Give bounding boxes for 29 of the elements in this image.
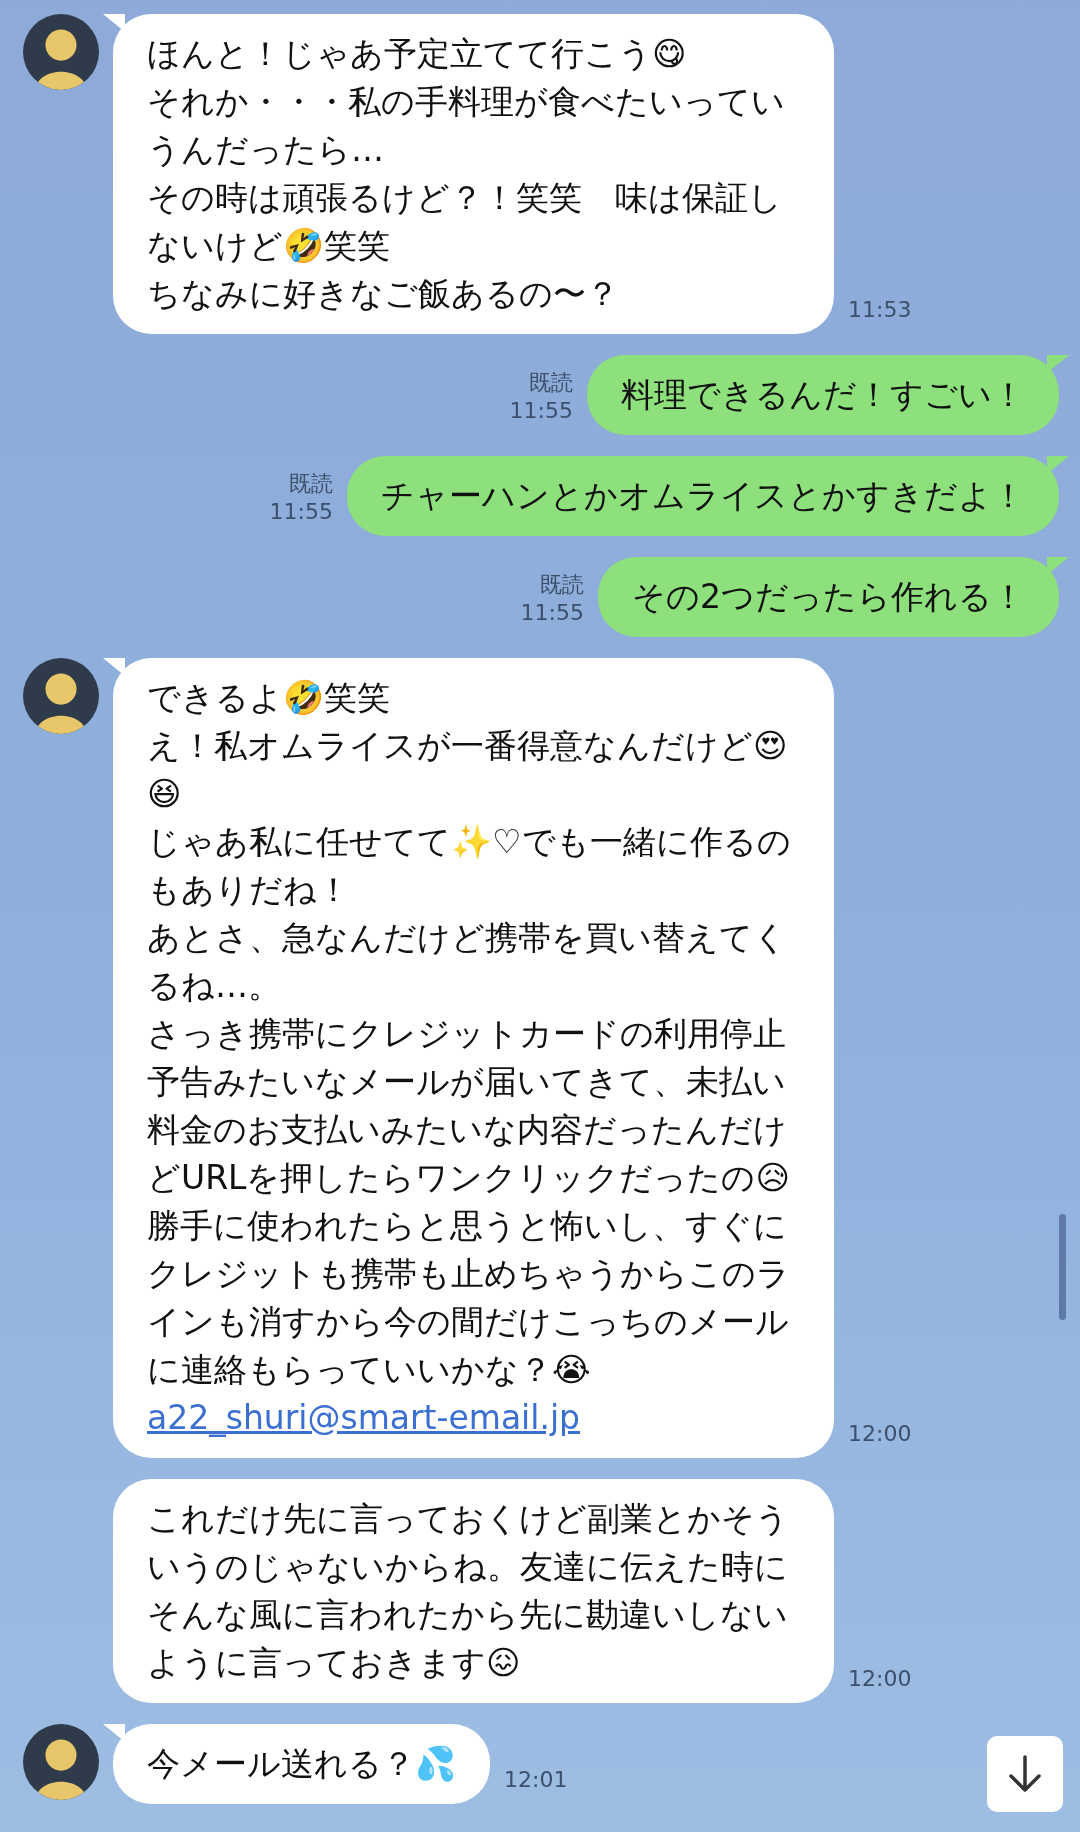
message-time: 11:55	[520, 599, 584, 627]
read-receipt: 既読	[289, 470, 333, 498]
message-text: できるよ🤣笑笑	[147, 677, 391, 719]
scrollbar[interactable]	[1059, 1214, 1066, 1320]
message-text: ほんと！じゃあ予定立てて行こう😋	[147, 33, 688, 75]
email-link[interactable]: a22_shuri@smart-email.jp	[147, 1394, 581, 1442]
message-time: 12:00	[848, 1665, 912, 1693]
message-text: 今メール送れる？💦	[147, 1743, 456, 1785]
scroll-down-button[interactable]	[987, 1736, 1063, 1812]
message-time: 11:55	[269, 498, 333, 526]
message-text: 料理できるんだ！すごい！	[621, 374, 1025, 416]
message-time: 12:00	[848, 1420, 912, 1448]
message-text: ちなみに好きなご飯あるの〜？	[147, 273, 620, 315]
message-text: チャーハンとかオムライスとかすきだよ！	[381, 475, 1025, 517]
message-text: じゃあ私に任せてて✨♡でも一緒に作るのもありだね！	[147, 821, 792, 911]
message-time: 11:53	[848, 296, 912, 324]
message-text: その2つだったら作れる！	[632, 576, 1025, 618]
message-time: 12:01	[504, 1766, 568, 1794]
read-receipt: 既読	[540, 571, 584, 599]
message-text: これだけ先に言っておくけど副業とかそういうのじゃないからね。友達に伝えた時にそんな風に言われたから先に勘違いしないように言っておきます😖	[147, 1498, 790, 1684]
arrow-down-icon	[1007, 1754, 1043, 1794]
message-text: その時は頑張るけど？！笑笑 味は保証しないけど🤣笑笑	[147, 177, 783, 267]
message-time: 11:55	[509, 397, 573, 425]
message-text: 勝手に使われたらと思うと怖いし、すぐにクレジットも携帯も止めちゃうからこのラインも消すから今の間だけこっちのメールに連絡もらっていいかな？😭	[147, 1205, 791, 1391]
message-text: それか・・・私の手料理が食べたいっていうんだったら…	[147, 81, 786, 171]
message-text: さっき携帯にクレジットカードの利用停止予告みたいなメールが届いてきて、未払い料金のお支払いみたいな内容だったんだけどURLを押したらワンクリックだったの😥	[147, 1013, 791, 1199]
message-text: え！私オムライスが一番得意なんだけど😍😆	[147, 725, 789, 815]
read-receipt: 既読	[529, 369, 573, 397]
message-text: あとさ、急なんだけど携帯を買い替えてくるね…。	[147, 917, 788, 1007]
